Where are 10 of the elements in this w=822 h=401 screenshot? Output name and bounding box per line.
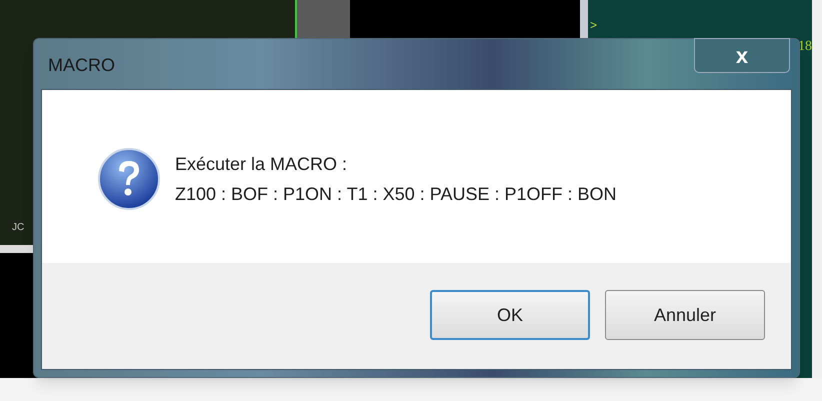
prompt-text: >: [590, 17, 598, 34]
question-icon: [97, 147, 161, 211]
message-text: Exécuter la MACRO :: [175, 153, 348, 176]
number-text: 18: [798, 40, 812, 54]
dialog-button[interactable]: OK: [430, 290, 590, 340]
side-label: JC: [12, 221, 26, 235]
message-text: Z100 : BOF : P1ON : T1 : X50 : PAUSE : P1OFF : BON: [175, 183, 616, 206]
window-title: MACRO: [48, 54, 115, 77]
close-button[interactable]: x: [694, 38, 790, 73]
dialog-button[interactable]: Annuler: [605, 290, 765, 340]
